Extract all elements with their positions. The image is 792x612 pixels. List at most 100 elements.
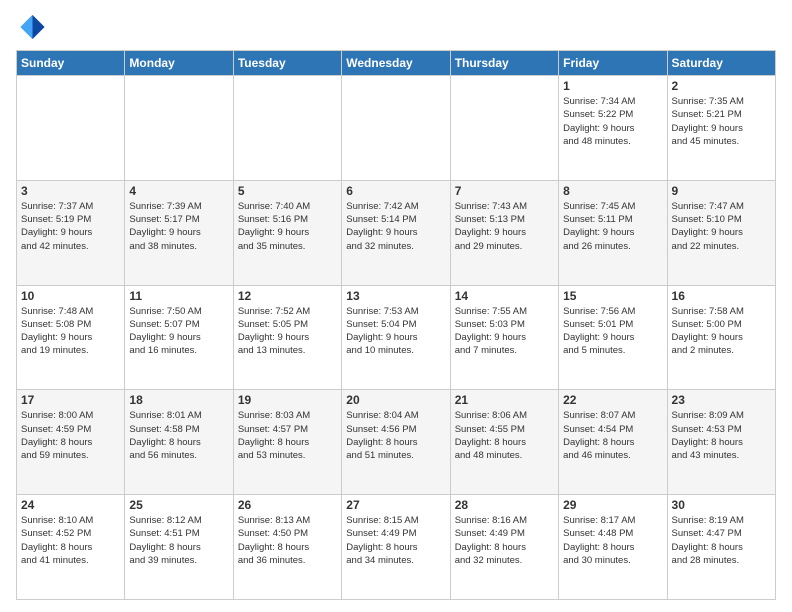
day-number: 18 (129, 393, 228, 407)
day-number: 12 (238, 289, 337, 303)
calendar-day-2: 2 Sunrise: 7:35 AM Sunset: 5:21 PM Daylig… (667, 76, 775, 181)
day-info: Sunrise: 7:40 AM Sunset: 5:16 PM Dayligh… (238, 200, 337, 253)
day-info: Sunrise: 8:10 AM Sunset: 4:52 PM Dayligh… (21, 514, 120, 567)
day-info: Sunrise: 8:03 AM Sunset: 4:57 PM Dayligh… (238, 409, 337, 462)
calendar-day-15: 15Sunrise: 7:56 AM Sunset: 5:01 PM Dayli… (559, 285, 667, 390)
calendar-day-17: 17 Sunrise: 8:00 AM Sunset: 4:59 PM Dayli… (17, 390, 125, 495)
day-number: 22 (563, 393, 662, 407)
calendar-day-24: 24 Sunrise: 8:10 AM Sunset: 4:52 PM Dayli… (17, 495, 125, 600)
day-info: Sunrise: 8:13 AM Sunset: 4:50 PM Dayligh… (238, 514, 337, 567)
day-number: 7 (455, 184, 554, 198)
day-number: 17 (21, 393, 120, 407)
day-info: Sunrise: 8:00 AM Sunset: 4:59 PM Dayligh… (21, 409, 120, 462)
day-info: Sunrise: 7:39 AM Sunset: 5:17 PM Dayligh… (129, 200, 228, 253)
day-number: 10 (21, 289, 120, 303)
calendar-day-21: 21Sunrise: 8:06 AM Sunset: 4:55 PM Dayli… (450, 390, 558, 495)
day-info: Sunrise: 7:37 AM Sunset: 5:19 PM Dayligh… (21, 200, 120, 253)
calendar-week-5: 24 Sunrise: 8:10 AM Sunset: 4:52 PM Dayli… (17, 495, 776, 600)
day-info: Sunrise: 7:55 AM Sunset: 5:03 PM Dayligh… (455, 305, 554, 358)
empty-cell (342, 76, 450, 181)
calendar-week-3: 10 Sunrise: 7:48 AM Sunset: 5:08 PM Dayli… (17, 285, 776, 390)
day-number: 13 (346, 289, 445, 303)
day-number: 30 (672, 498, 771, 512)
weekday-header-row: SundayMondayTuesdayWednesdayThursdayFrid… (17, 51, 776, 76)
weekday-header-monday: Monday (125, 51, 233, 76)
day-info: Sunrise: 7:47 AM Sunset: 5:10 PM Dayligh… (672, 200, 771, 253)
day-number: 29 (563, 498, 662, 512)
day-info: Sunrise: 8:06 AM Sunset: 4:55 PM Dayligh… (455, 409, 554, 462)
day-number: 2 (672, 79, 771, 93)
calendar-day-11: 11Sunrise: 7:50 AM Sunset: 5:07 PM Dayli… (125, 285, 233, 390)
logo (16, 12, 50, 42)
calendar-day-27: 27 Sunrise: 8:15 AM Sunset: 4:49 PM Dayli… (342, 495, 450, 600)
day-info: Sunrise: 7:43 AM Sunset: 5:13 PM Dayligh… (455, 200, 554, 253)
calendar-day-26: 26 Sunrise: 8:13 AM Sunset: 4:50 PM Dayli… (233, 495, 341, 600)
calendar-day-4: 4 Sunrise: 7:39 AM Sunset: 5:17 PM Daylig… (125, 180, 233, 285)
day-number: 14 (455, 289, 554, 303)
day-number: 26 (238, 498, 337, 512)
calendar-day-19: 19Sunrise: 8:03 AM Sunset: 4:57 PM Dayli… (233, 390, 341, 495)
empty-cell (233, 76, 341, 181)
day-number: 20 (346, 393, 445, 407)
calendar-week-4: 17 Sunrise: 8:00 AM Sunset: 4:59 PM Dayli… (17, 390, 776, 495)
weekday-header-wednesday: Wednesday (342, 51, 450, 76)
day-info: Sunrise: 7:50 AM Sunset: 5:07 PM Dayligh… (129, 305, 228, 358)
day-info: Sunrise: 7:34 AM Sunset: 5:22 PM Dayligh… (563, 95, 662, 148)
calendar-day-6: 6Sunrise: 7:42 AM Sunset: 5:14 PM Daylig… (342, 180, 450, 285)
day-info: Sunrise: 7:52 AM Sunset: 5:05 PM Dayligh… (238, 305, 337, 358)
calendar-day-1: 1 Sunrise: 7:34 AM Sunset: 5:22 PM Daylig… (559, 76, 667, 181)
day-info: Sunrise: 8:01 AM Sunset: 4:58 PM Dayligh… (129, 409, 228, 462)
day-info: Sunrise: 8:12 AM Sunset: 4:51 PM Dayligh… (129, 514, 228, 567)
day-number: 9 (672, 184, 771, 198)
calendar-day-3: 3Sunrise: 7:37 AM Sunset: 5:19 PM Daylig… (17, 180, 125, 285)
calendar-day-28: 28Sunrise: 8:16 AM Sunset: 4:49 PM Dayli… (450, 495, 558, 600)
weekday-header-thursday: Thursday (450, 51, 558, 76)
calendar-day-8: 8 Sunrise: 7:45 AM Sunset: 5:11 PM Daylig… (559, 180, 667, 285)
day-number: 8 (563, 184, 662, 198)
day-number: 27 (346, 498, 445, 512)
day-info: Sunrise: 7:35 AM Sunset: 5:21 PM Dayligh… (672, 95, 771, 148)
day-info: Sunrise: 7:42 AM Sunset: 5:14 PM Dayligh… (346, 200, 445, 253)
calendar-day-30: 30 Sunrise: 8:19 AM Sunset: 4:47 PM Dayli… (667, 495, 775, 600)
weekday-header-sunday: Sunday (17, 51, 125, 76)
day-number: 23 (672, 393, 771, 407)
calendar-day-5: 5 Sunrise: 7:40 AM Sunset: 5:16 PM Daylig… (233, 180, 341, 285)
calendar-day-9: 9 Sunrise: 7:47 AM Sunset: 5:10 PM Daylig… (667, 180, 775, 285)
day-number: 5 (238, 184, 337, 198)
calendar-day-12: 12 Sunrise: 7:52 AM Sunset: 5:05 PM Dayli… (233, 285, 341, 390)
empty-cell (17, 76, 125, 181)
day-number: 24 (21, 498, 120, 512)
day-info: Sunrise: 7:53 AM Sunset: 5:04 PM Dayligh… (346, 305, 445, 358)
calendar-day-20: 20 Sunrise: 8:04 AM Sunset: 4:56 PM Dayli… (342, 390, 450, 495)
calendar-week-1: 1 Sunrise: 7:34 AM Sunset: 5:22 PM Daylig… (17, 76, 776, 181)
day-info: Sunrise: 8:17 AM Sunset: 4:48 PM Dayligh… (563, 514, 662, 567)
page: SundayMondayTuesdayWednesdayThursdayFrid… (0, 0, 792, 612)
calendar-day-18: 18 Sunrise: 8:01 AM Sunset: 4:58 PM Dayli… (125, 390, 233, 495)
day-info: Sunrise: 8:15 AM Sunset: 4:49 PM Dayligh… (346, 514, 445, 567)
calendar-week-2: 3Sunrise: 7:37 AM Sunset: 5:19 PM Daylig… (17, 180, 776, 285)
calendar-day-14: 14 Sunrise: 7:55 AM Sunset: 5:03 PM Dayli… (450, 285, 558, 390)
calendar-day-16: 16Sunrise: 7:58 AM Sunset: 5:00 PM Dayli… (667, 285, 775, 390)
day-info: Sunrise: 7:48 AM Sunset: 5:08 PM Dayligh… (21, 305, 120, 358)
day-info: Sunrise: 7:56 AM Sunset: 5:01 PM Dayligh… (563, 305, 662, 358)
empty-cell (450, 76, 558, 181)
day-number: 25 (129, 498, 228, 512)
calendar-day-23: 23 Sunrise: 8:09 AM Sunset: 4:53 PM Dayli… (667, 390, 775, 495)
day-number: 1 (563, 79, 662, 93)
day-info: Sunrise: 8:16 AM Sunset: 4:49 PM Dayligh… (455, 514, 554, 567)
day-number: 16 (672, 289, 771, 303)
day-info: Sunrise: 8:09 AM Sunset: 4:53 PM Dayligh… (672, 409, 771, 462)
day-info: Sunrise: 8:04 AM Sunset: 4:56 PM Dayligh… (346, 409, 445, 462)
calendar-day-29: 29 Sunrise: 8:17 AM Sunset: 4:48 PM Dayli… (559, 495, 667, 600)
weekday-header-tuesday: Tuesday (233, 51, 341, 76)
calendar-day-10: 10 Sunrise: 7:48 AM Sunset: 5:08 PM Dayli… (17, 285, 125, 390)
weekday-header-saturday: Saturday (667, 51, 775, 76)
weekday-header-friday: Friday (559, 51, 667, 76)
day-info: Sunrise: 8:07 AM Sunset: 4:54 PM Dayligh… (563, 409, 662, 462)
header (16, 12, 776, 42)
calendar-day-7: 7 Sunrise: 7:43 AM Sunset: 5:13 PM Daylig… (450, 180, 558, 285)
day-number: 4 (129, 184, 228, 198)
calendar-day-22: 22 Sunrise: 8:07 AM Sunset: 4:54 PM Dayli… (559, 390, 667, 495)
day-info: Sunrise: 8:19 AM Sunset: 4:47 PM Dayligh… (672, 514, 771, 567)
day-info: Sunrise: 7:45 AM Sunset: 5:11 PM Dayligh… (563, 200, 662, 253)
